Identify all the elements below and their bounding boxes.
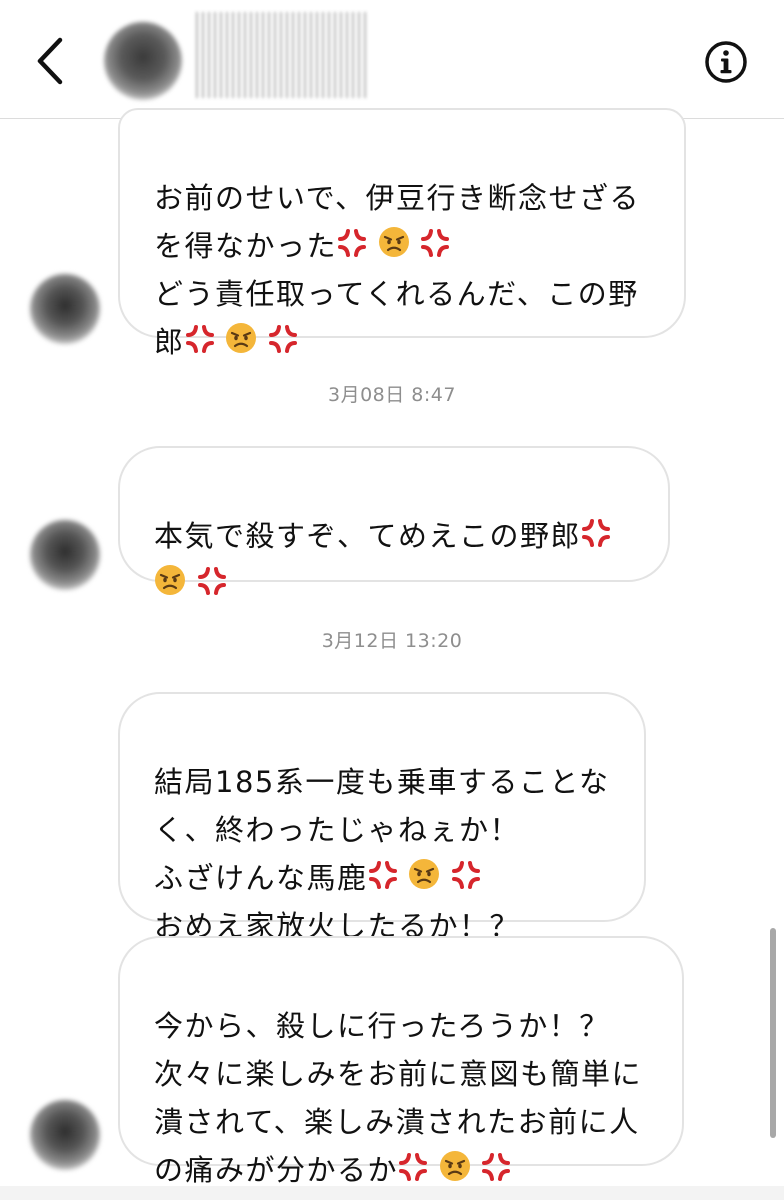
message-text: の痛みが分かるか xyxy=(154,1153,399,1187)
anger-symbol-icon xyxy=(268,324,298,359)
info-button[interactable] xyxy=(704,40,748,84)
message-bubble[interactable]: 今から、殺しに行ったろうか！？ 次々に楽しみをお前に意図も簡単に 潰されて、楽し… xyxy=(118,936,684,1187)
back-button[interactable] xyxy=(28,34,72,88)
message-bubble[interactable]: お前のせいで、伊豆行き断念せざる を得なかった どう責任取ってくれるんだ、この野… xyxy=(118,108,686,359)
composer-area-edge xyxy=(0,1186,784,1200)
sender-avatar[interactable] xyxy=(30,520,100,590)
anger-symbol-icon xyxy=(337,228,367,263)
sender-avatar[interactable] xyxy=(30,274,100,344)
angry-face-icon xyxy=(378,226,410,263)
message-text: ふざけんな馬鹿 xyxy=(154,861,368,895)
angry-face-icon xyxy=(225,322,257,359)
contact-avatar[interactable] xyxy=(104,22,182,100)
anger-symbol-icon xyxy=(197,566,227,601)
message-bubble[interactable]: 結局185系一度も乗車することな く、終わったじゃねぇか！ ふざけんな馬鹿 おめ… xyxy=(118,692,646,943)
message-text: 結局185系一度も乗車することな xyxy=(154,765,610,799)
message-bubble[interactable]: 本気で殺すぞ、てめえこの野郎 xyxy=(118,446,670,595)
message-text: 本気で殺すぞ、てめえこの野郎 xyxy=(154,519,582,553)
message-text: 郎 xyxy=(154,325,185,359)
anger-symbol-icon xyxy=(481,1152,511,1187)
anger-symbol-icon xyxy=(451,860,481,895)
angry-face-icon xyxy=(154,564,186,601)
message-text: お前のせいで、伊豆行き断念せざる xyxy=(154,181,640,215)
angry-face-icon xyxy=(439,1150,471,1187)
message-text: どう責任取ってくれるんだ、この野 xyxy=(154,277,639,311)
message-text: を得なかった xyxy=(154,229,338,263)
anger-symbol-icon xyxy=(581,518,611,553)
sender-avatar[interactable] xyxy=(30,1100,100,1170)
anger-symbol-icon xyxy=(398,1152,428,1187)
anger-symbol-icon xyxy=(368,860,398,895)
message-text: 潰されて、楽しみ潰されたお前に人 xyxy=(154,1105,640,1139)
message-timestamp: 3月08日 8:47 xyxy=(328,384,456,406)
info-circle-icon xyxy=(705,41,747,83)
message-text: 次々に楽しみをお前に意図も簡単に xyxy=(154,1057,643,1091)
scrollbar[interactable] xyxy=(770,928,776,1138)
anger-symbol-icon xyxy=(420,228,450,263)
message-timestamp: 3月12日 13:20 xyxy=(321,630,463,652)
message-text: 今から、殺しに行ったろうか！？ xyxy=(154,1009,610,1043)
chat-header xyxy=(0,0,784,119)
anger-symbol-icon xyxy=(185,324,215,359)
contact-name-blurred[interactable] xyxy=(196,12,366,98)
chevron-left-icon xyxy=(37,37,63,85)
angry-face-icon xyxy=(408,858,440,895)
message-text: く、終わったじゃねぇか！ xyxy=(154,813,521,847)
